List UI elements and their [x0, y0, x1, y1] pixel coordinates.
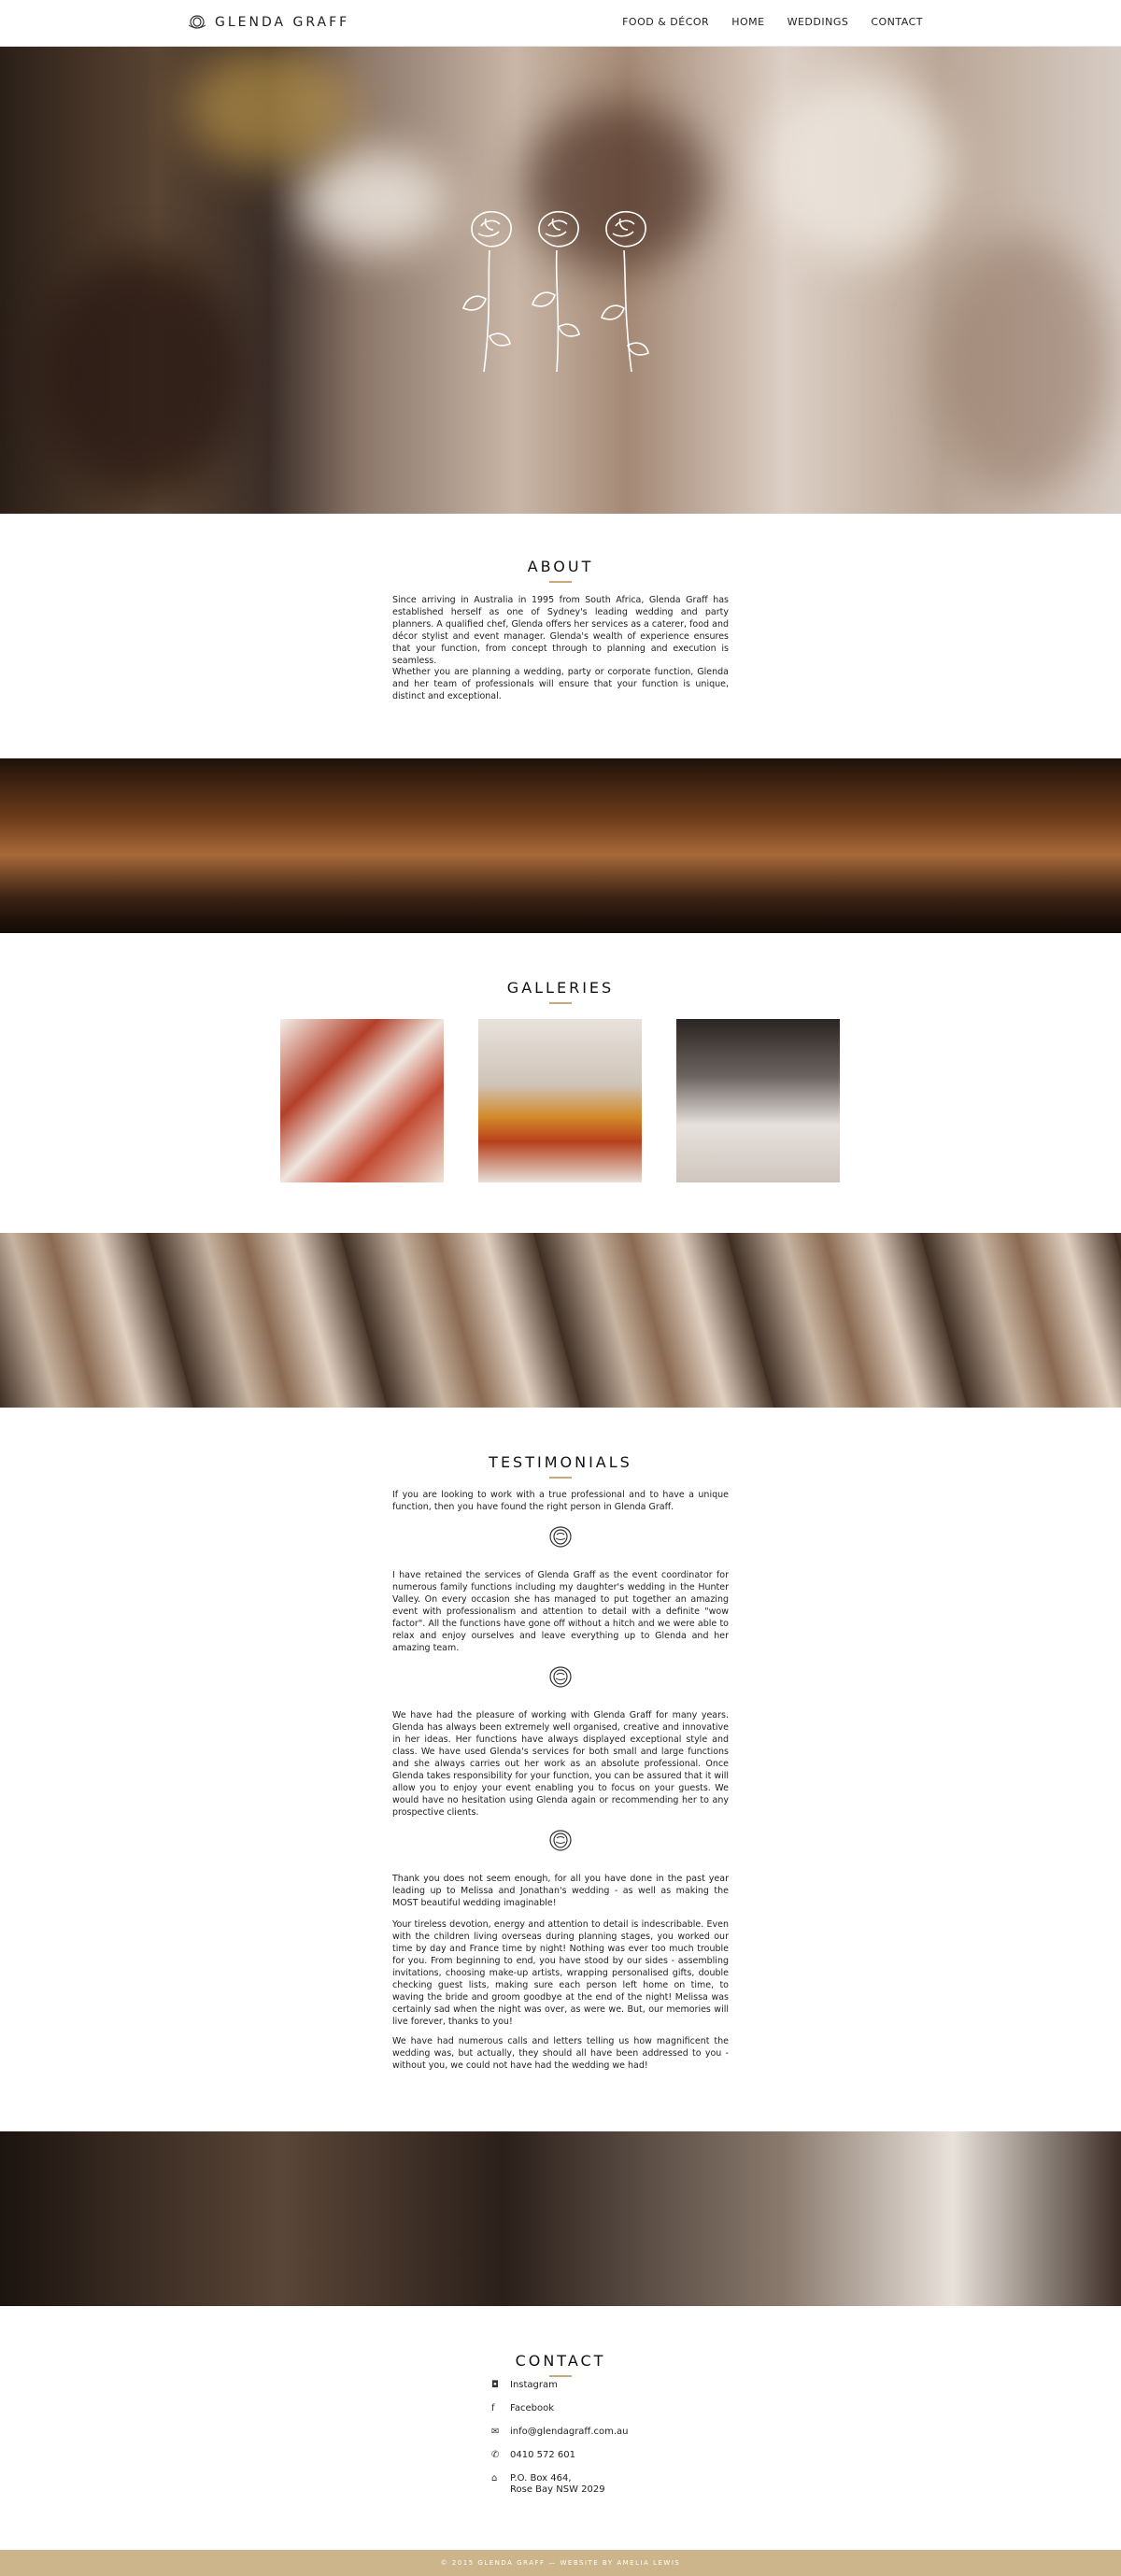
about-title-rule — [549, 581, 572, 583]
banner-oysters-image — [0, 1233, 1121, 1408]
brand-name: GLENDA GRAFF — [215, 15, 350, 30]
contact-title-rule — [549, 2375, 572, 2377]
postal-address: P.O. Box 464, Rose Bay NSW 2029 — [510, 2473, 605, 2495]
menu-item-home[interactable]: HOME — [731, 16, 764, 28]
galleries-title: GALLERIES — [506, 979, 615, 997]
menu-item-food-decor[interactable]: FOOD & DÉCOR — [622, 16, 709, 28]
testimonial-3-part-3: We have had numerous calls and letters t… — [392, 2036, 729, 2071]
contact-title: CONTACT — [515, 2352, 606, 2370]
banner-table-setting-image — [0, 758, 1121, 933]
testimonial-1: I have retained the services of Glenda G… — [392, 1570, 729, 1653]
about-paragraph-2: Whether you are planning a wedding, part… — [392, 667, 729, 701]
hero-image — [0, 47, 1121, 514]
contact-phone[interactable]: ✆ 0410 572 601 — [491, 2450, 734, 2473]
footer-copyright: © 2015 GLENDA GRAFF — WEBSITE BY AMELIA … — [440, 2559, 681, 2567]
menu-item-weddings[interactable]: WEDDINGS — [788, 16, 849, 28]
top-nav: GLENDA GRAFF FOOD & DÉCOR HOME WEDDINGS … — [0, 0, 1121, 47]
main-menu: FOOD & DÉCOR HOME WEDDINGS CONTACT — [600, 16, 923, 28]
rose-divider-icon — [549, 1666, 572, 1688]
rose-logo-icon — [188, 15, 206, 29]
galleries-title-rule — [549, 1002, 572, 1004]
about-paragraph-1: Since arriving in Australia in 1995 from… — [392, 595, 729, 666]
banner-name-tags-image — [0, 2131, 1121, 2306]
contact-email[interactable]: ✉ info@glendagraff.com.au — [491, 2427, 734, 2450]
contact-instagram[interactable]: ◘ Instagram — [491, 2380, 734, 2403]
testimonial-2: We have had the pleasure of working with… — [392, 1710, 730, 1818]
testimonials-title: TESTIMONIALS — [489, 1453, 632, 1471]
rose-divider-icon — [549, 1830, 572, 1851]
contact-address: ⌂ P.O. Box 464, Rose Bay NSW 2029 — [491, 2473, 734, 2501]
testimonial-3-part-1: Thank you does not seem enough, for all … — [392, 1874, 729, 1908]
phone-number[interactable]: 0410 572 601 — [510, 2450, 575, 2461]
instagram-icon: ◘ — [491, 2380, 499, 2390]
email-link[interactable]: info@glendagraff.com.au — [510, 2427, 629, 2438]
gallery-thumb-food[interactable] — [280, 1019, 444, 1182]
footer-bar: © 2015 GLENDA GRAFF — WEBSITE BY AMELIA … — [0, 2550, 1121, 2576]
contact-facebook[interactable]: f Facebook — [491, 2403, 734, 2427]
phone-icon: ✆ — [491, 2450, 500, 2460]
facebook-icon: f — [491, 2403, 495, 2413]
envelope-icon: ✉ — [491, 2427, 500, 2437]
rose-divider-icon — [549, 1526, 572, 1548]
gallery-thumb-weddings[interactable] — [676, 1019, 840, 1182]
roses-illustration-icon — [462, 210, 649, 373]
facebook-link[interactable]: Facebook — [510, 2403, 554, 2414]
instagram-link[interactable]: Instagram — [510, 2380, 558, 2391]
menu-item-contact[interactable]: CONTACT — [871, 16, 923, 28]
contact-list: ◘ Instagram f Facebook ✉ info@glendagraf… — [491, 2380, 734, 2501]
gallery-thumb-decor[interactable] — [478, 1019, 642, 1182]
about-title: ABOUT — [527, 558, 594, 575]
testimonials-intro: If you are looking to work with a true p… — [392, 1490, 729, 1512]
testimonial-3-part-2: Your tireless devotion, energy and atten… — [392, 1919, 729, 2027]
brand-logo[interactable]: GLENDA GRAFF — [187, 14, 349, 31]
testimonials-title-rule — [549, 1477, 572, 1479]
home-icon: ⌂ — [491, 2473, 498, 2484]
